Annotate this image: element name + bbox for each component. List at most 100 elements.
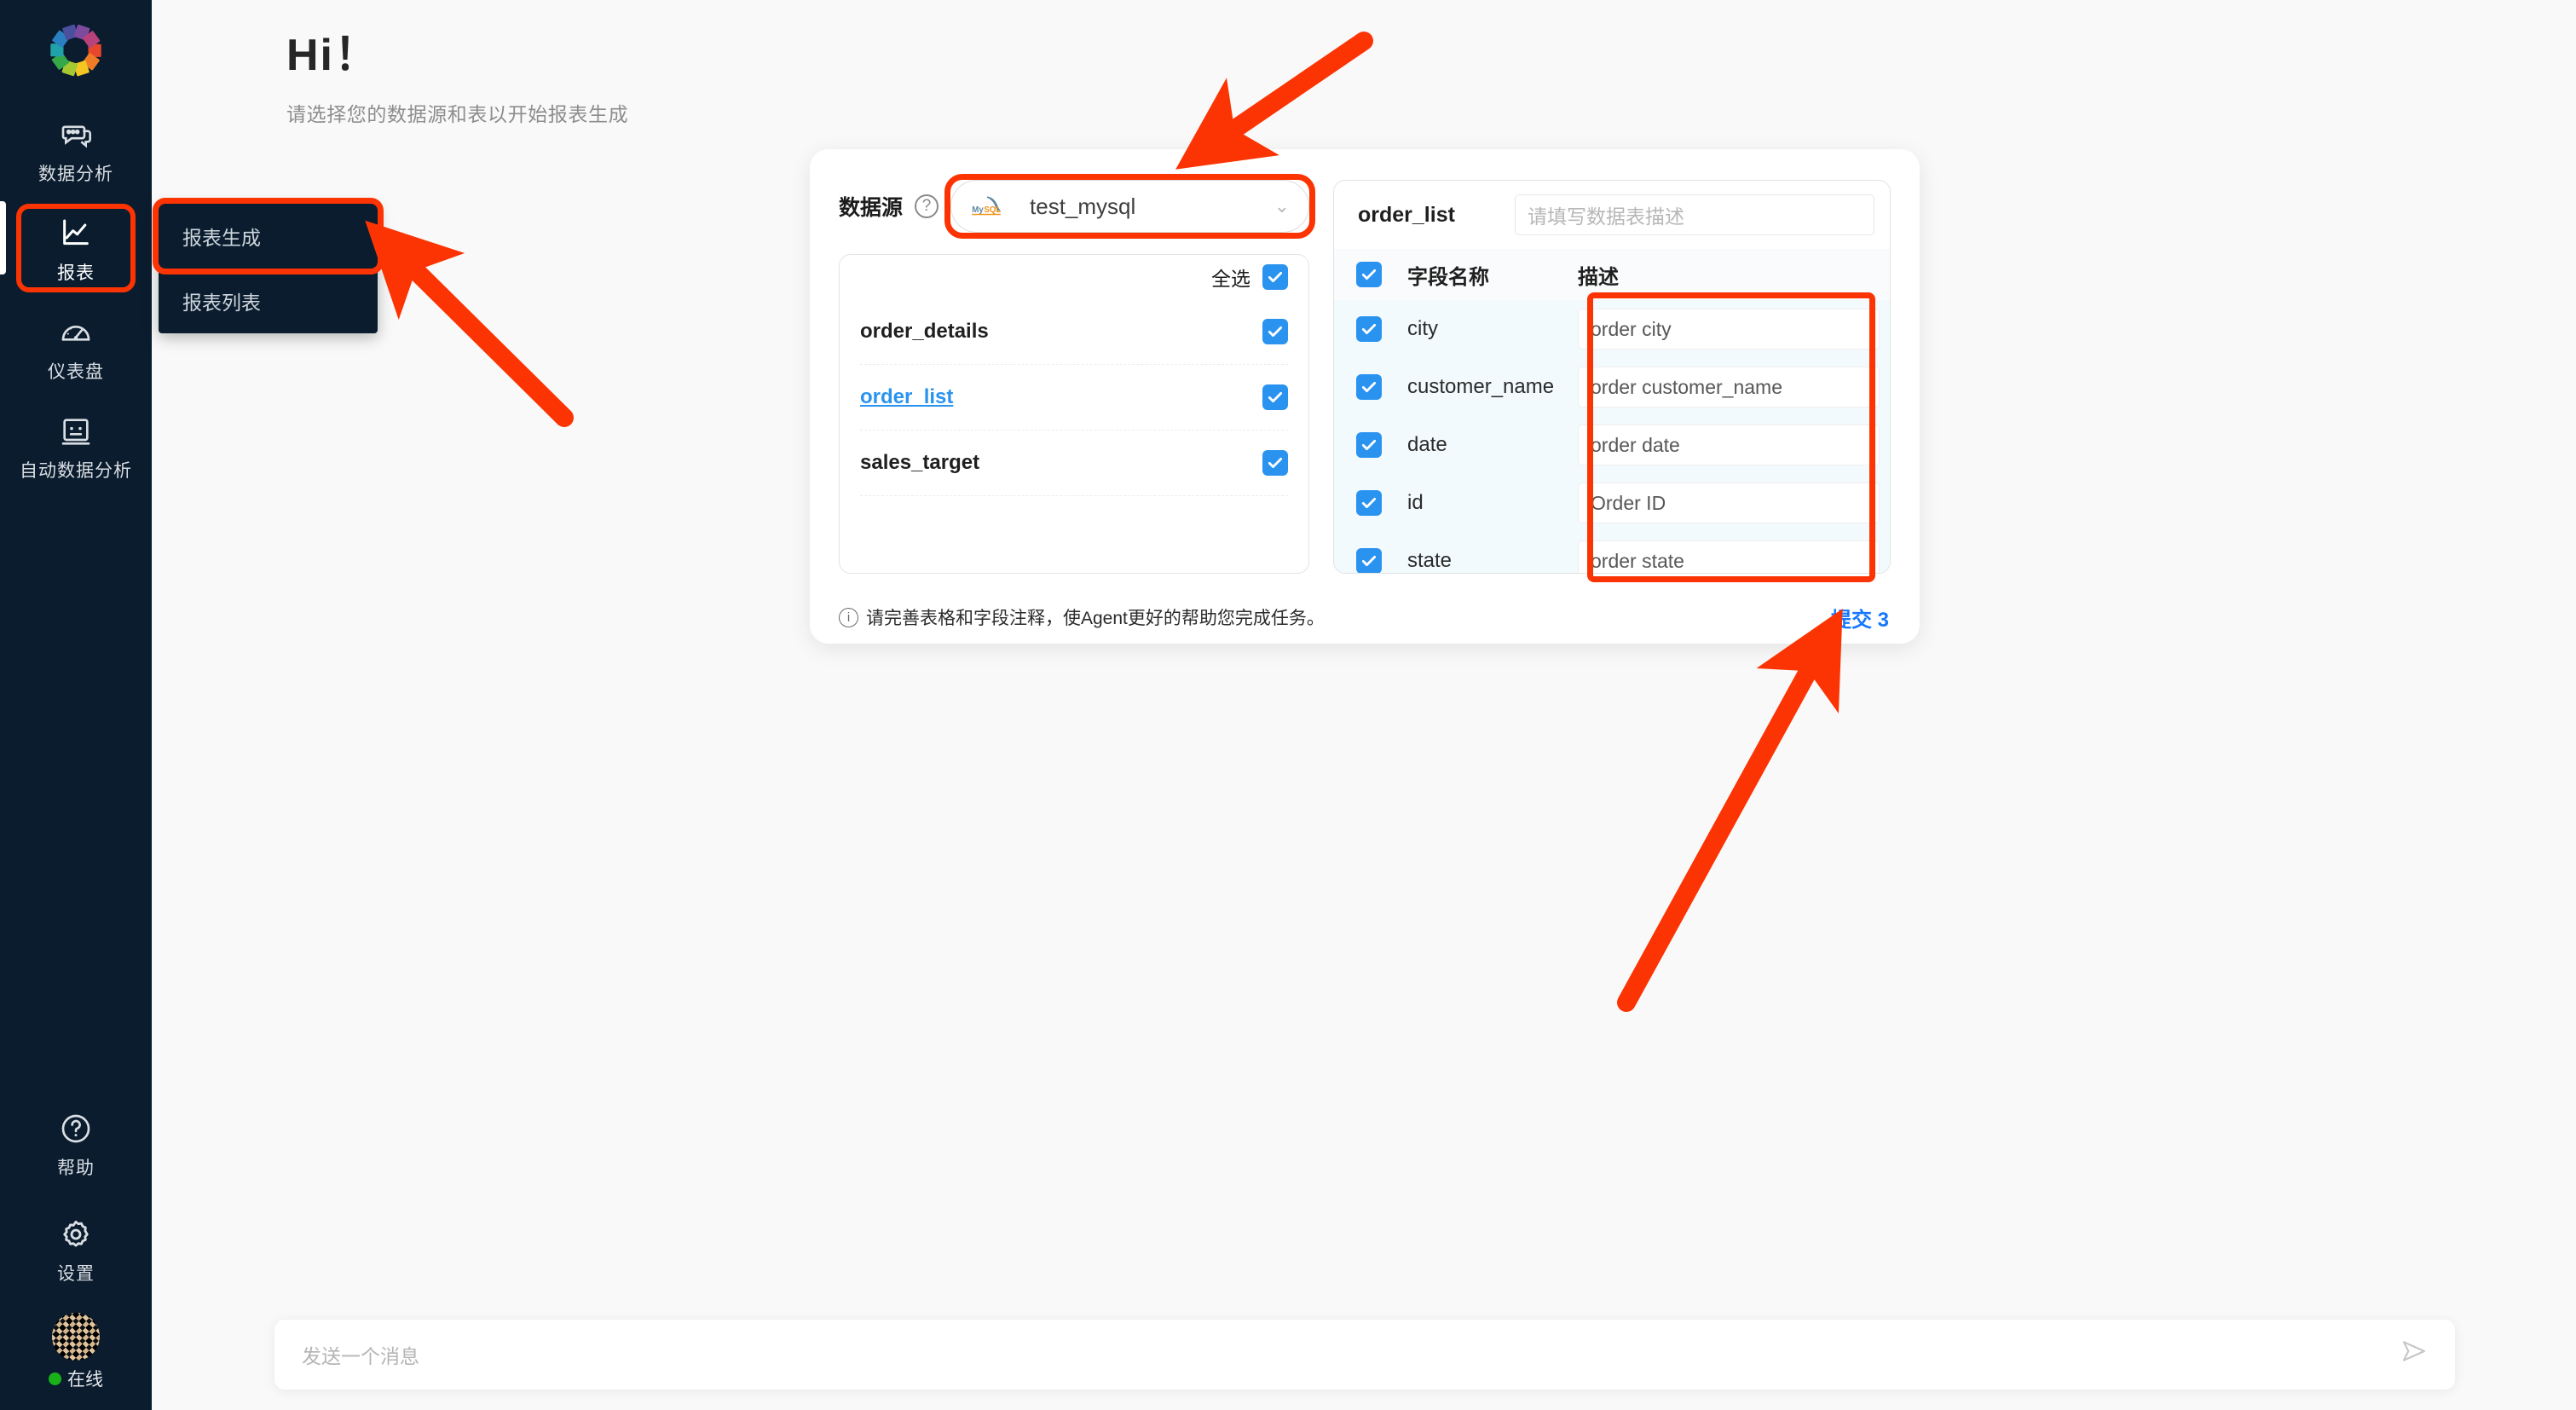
submenu-item-report-list[interactable]: 报表列表 (159, 269, 378, 333)
fields-column: order_list 请填写数据表描述 字段名称 描述 city order c… (1333, 180, 1891, 574)
sidebar-item-label: 帮助 (57, 1159, 95, 1178)
field-checkbox[interactable] (1356, 374, 1382, 400)
footer-hint-text: 请完善表格和字段注释，使Agent更好的帮助您完成任务。 (866, 609, 1325, 628)
field-name: customer_name (1407, 375, 1555, 398)
datasource-select[interactable]: My SQL test_mysql ⌄ (950, 180, 1309, 233)
field-checkbox[interactable] (1356, 432, 1382, 458)
fields-column-header: 字段名称 描述 (1334, 249, 1890, 300)
reports-submenu: 报表生成 报表列表 (153, 198, 384, 333)
sidebar-item-label: 报表 (57, 263, 95, 283)
field-checkbox[interactable] (1356, 316, 1382, 342)
card-body: 数据源 ? My SQL test_mysql ⌄ 全选 order_detai… (810, 149, 1920, 574)
sidebar-item-label: 设置 (57, 1264, 95, 1284)
box-datasource-select: My SQL test_mysql ⌄ (944, 174, 1315, 239)
arrow-to-datasource (1175, 32, 1373, 170)
field-row: state order state (1334, 532, 1890, 573)
field-row: city order city (1334, 300, 1890, 358)
primary-nav-list: 数据分析 报表 仪表盘 自动数据分析 (0, 107, 152, 503)
robot-face-icon (55, 412, 97, 451)
sidebar-item-reports[interactable]: 报表 (16, 204, 136, 292)
field-checkbox[interactable] (1356, 548, 1382, 573)
select-all-checkbox[interactable] (1262, 264, 1288, 290)
svg-text:My: My (972, 205, 984, 215)
sidebar-item-label: 自动数据分析 (20, 461, 132, 481)
field-description-input[interactable]: order state (1578, 540, 1880, 573)
sidebar-item-settings[interactable]: 设置 (19, 1207, 133, 1291)
sidebar-item-help[interactable]: 帮助 (19, 1101, 133, 1185)
datasource-selected-value: test_mysql (1030, 193, 1136, 219)
field-name: date (1407, 433, 1447, 456)
table-name: sales_target (860, 451, 980, 474)
left-nav-rail: 数据分析 报表 仪表盘 自动数据分析 帮助 设置 在线 (0, 0, 152, 1410)
question-circle-icon[interactable]: ? (915, 194, 939, 218)
message-input[interactable]: 发送一个消息 (302, 1340, 2400, 1369)
header-checkbox-cell (1356, 262, 1407, 287)
page-subtitle: 请选择您的数据源和表以开始报表生成 (286, 103, 629, 125)
svg-text:SQL: SQL (984, 205, 1001, 215)
select-all-row[interactable]: 全选 (860, 255, 1288, 299)
table-name: order_details (860, 320, 989, 343)
submenu-item-label: 报表列表 (182, 292, 261, 314)
chevron-down-icon[interactable]: ⌄ (1274, 195, 1290, 217)
arrow-to-submit (1617, 609, 1843, 1012)
fields-panel-header: order_list 请填写数据表描述 (1334, 181, 1890, 249)
sidebar-item-label: 数据分析 (38, 165, 113, 184)
table-checkbox[interactable] (1262, 319, 1288, 344)
table-name: order_list (860, 385, 954, 408)
field-description-input[interactable]: Order ID (1578, 483, 1880, 523)
field-row: customer_name order customer_name (1334, 358, 1890, 416)
datasource-selection-card: 数据源 ? My SQL test_mysql ⌄ 全选 order_detai… (810, 149, 1920, 644)
sidebar-item-auto-data-analysis[interactable]: 自动数据分析 (19, 404, 133, 488)
rainbow-pinwheel-logo-icon (50, 24, 101, 77)
line-chart-icon (55, 214, 97, 253)
avatar[interactable] (52, 1313, 100, 1361)
table-checkbox[interactable] (1262, 384, 1288, 410)
field-checkbox[interactable] (1356, 490, 1382, 516)
status-badge: 在线 (49, 1366, 103, 1391)
table-checkbox[interactable] (1262, 450, 1288, 476)
field-name: state (1407, 549, 1453, 572)
status-dot-icon (49, 1372, 61, 1385)
app-root: 数据分析 报表 仪表盘 自动数据分析 帮助 设置 在线 报表生成 报表列表 Hi… (0, 0, 2576, 1410)
submit-button[interactable]: 提交 3 (1831, 603, 1889, 633)
column-header-description: 描述 (1578, 265, 1619, 289)
status-label: 在线 (67, 1370, 103, 1390)
page-header: Hi！ 请选择您的数据源和表以开始报表生成 (286, 19, 628, 127)
active-indicator-bar (0, 201, 6, 274)
sidebar-item-data-analysis[interactable]: 数据分析 (19, 107, 133, 191)
footer-hint: i 请完善表格和字段注释，使Agent更好的帮助您完成任务。 (839, 604, 1325, 630)
field-row: date order date (1334, 416, 1890, 474)
field-description-input[interactable]: order customer_name (1578, 367, 1880, 407)
select-all-label: 全选 (1211, 268, 1250, 290)
fields-table-name: order_list (1358, 202, 1455, 227)
card-footer: i 请完善表格和字段注释，使Agent更好的帮助您完成任务。 提交 3 (810, 591, 1920, 644)
table-list-empty-space (860, 496, 1288, 562)
gauge-icon (55, 313, 97, 352)
field-name: id (1407, 491, 1424, 514)
arrow-to-report-generate (365, 220, 574, 427)
question-circle-icon (55, 1109, 97, 1148)
user-block[interactable]: 在线 (49, 1313, 103, 1391)
secondary-nav-list: 帮助 设置 在线 (0, 1101, 152, 1391)
field-row: id Order ID (1334, 474, 1890, 532)
mysql-dolphin-icon: My SQL (970, 194, 1016, 219)
gear-icon (55, 1215, 97, 1254)
table-row[interactable]: order_details (860, 299, 1288, 365)
datasource-label: 数据源 (839, 196, 904, 220)
chat-bubble-icon (55, 115, 97, 154)
select-all-fields-checkbox[interactable] (1356, 262, 1382, 287)
send-icon[interactable] (2400, 1338, 2428, 1372)
table-row[interactable]: order_list (860, 365, 1288, 431)
sidebar-item-dashboard[interactable]: 仪表盘 (19, 305, 133, 389)
field-description-input[interactable]: order city (1578, 309, 1880, 350)
tables-list-panel: 全选 order_details order_list sales_target (839, 254, 1309, 574)
fields-panel: order_list 请填写数据表描述 字段名称 描述 city order c… (1333, 180, 1891, 574)
sidebar-item-label: 仪表盘 (48, 362, 104, 382)
table-row[interactable]: sales_target (860, 431, 1288, 496)
message-composer[interactable]: 发送一个消息 (274, 1320, 2455, 1390)
field-description-input[interactable]: order date (1578, 425, 1880, 465)
submenu-item-report-generate[interactable]: 报表生成 (153, 198, 384, 274)
submenu-item-label: 报表生成 (182, 227, 261, 249)
table-description-input[interactable]: 请填写数据表描述 (1515, 194, 1874, 235)
page-title: Hi！ (286, 31, 381, 80)
